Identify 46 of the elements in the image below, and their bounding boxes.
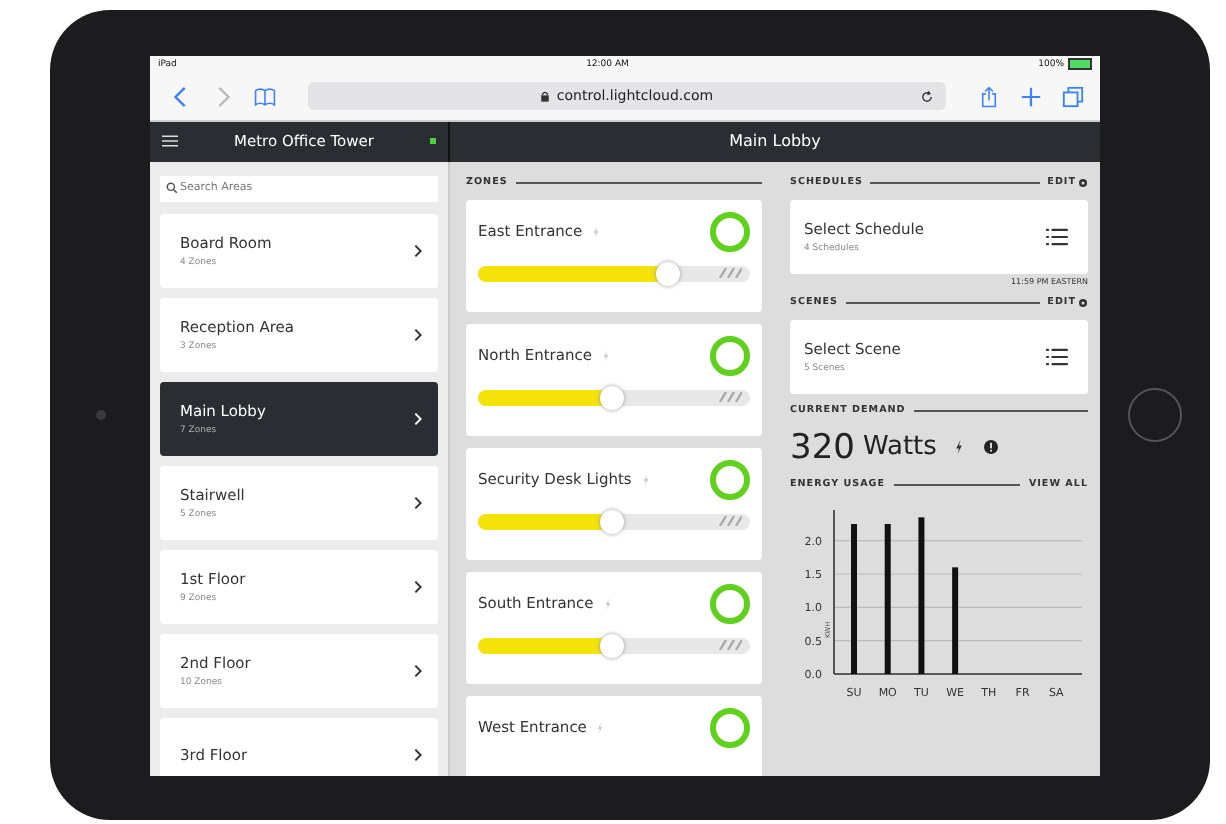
list-icon (1046, 347, 1068, 365)
home-button[interactable] (1128, 388, 1182, 442)
search-icon (166, 182, 178, 194)
lightning-icon (641, 473, 650, 485)
lightning-icon (601, 349, 610, 361)
settings-icon[interactable] (1078, 297, 1088, 307)
chevron-icon (414, 243, 422, 257)
dimmer-slider[interactable] (478, 513, 750, 529)
chevron-icon (414, 411, 422, 425)
chevron-icon (414, 327, 422, 341)
usage-bar (952, 566, 959, 673)
chevron-icon (414, 747, 422, 761)
demand-unit: Watts (862, 432, 937, 462)
power-toggle[interactable] (710, 335, 750, 375)
book-icon[interactable] (254, 85, 276, 107)
battery-icon (1067, 58, 1092, 70)
reload-icon[interactable] (920, 89, 934, 103)
plus-icon[interactable] (1020, 85, 1042, 107)
chevron-icon (414, 663, 422, 677)
power-toggle[interactable] (710, 211, 750, 251)
chevron-icon (414, 579, 422, 593)
camera-icon (95, 410, 105, 420)
page-title: Main Lobby (729, 132, 821, 150)
dimmer-slider[interactable] (478, 265, 750, 281)
power-toggle[interactable] (710, 707, 750, 747)
menu-icon[interactable] (162, 134, 178, 148)
stripes-icon (718, 516, 742, 526)
power-toggle[interactable] (710, 459, 750, 499)
tabs-icon[interactable] (1062, 85, 1084, 107)
dimmer-slider[interactable] (478, 389, 750, 405)
stripes-icon (718, 392, 742, 402)
share-icon[interactable] (978, 85, 1000, 107)
lightning-icon (603, 597, 612, 609)
lightning-icon (592, 225, 601, 237)
lightning-icon (954, 440, 965, 454)
settings-icon[interactable] (1078, 177, 1088, 187)
demand-value: 320 (790, 427, 855, 467)
lightning-icon (596, 721, 605, 733)
power-toggle[interactable] (710, 583, 750, 623)
info-icon[interactable] (984, 440, 999, 454)
lock-icon (540, 90, 551, 102)
stripes-icon (718, 640, 742, 650)
dimmer-slider[interactable] (478, 637, 750, 653)
stripes-icon (718, 268, 742, 278)
chevron-icon (414, 495, 422, 509)
list-icon (1046, 227, 1068, 245)
